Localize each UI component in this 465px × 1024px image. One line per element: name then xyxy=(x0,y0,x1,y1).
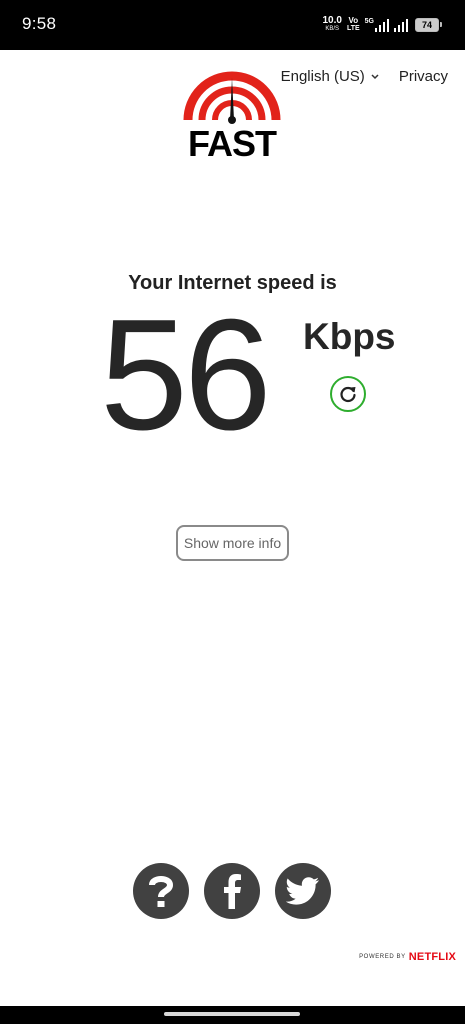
signal-5g-icon: 5G xyxy=(365,18,389,32)
powered-by-label: POWERED BY xyxy=(359,954,406,960)
battery-level: 74 xyxy=(421,20,432,30)
speedometer-logo-icon: FAST xyxy=(183,71,281,164)
help-button[interactable] xyxy=(133,863,189,919)
netflix-logo: NETFLIX xyxy=(408,951,456,963)
signal-label: 5G xyxy=(364,18,374,25)
network-speed-indicator: 10.0 KB/S xyxy=(322,16,341,34)
volte-icon: Vo LTE xyxy=(347,17,360,33)
social-links xyxy=(133,863,331,919)
refresh-button[interactable] xyxy=(330,376,366,412)
battery-icon: 74 xyxy=(415,18,442,32)
volte-bottom-label: LTE xyxy=(346,25,360,32)
signal-bars-icon xyxy=(375,19,389,32)
language-selector[interactable]: English (US) xyxy=(281,68,379,85)
chevron-down-icon xyxy=(371,73,379,79)
twitter-icon xyxy=(286,877,319,905)
speed-unit: Kbps xyxy=(303,316,396,357)
header-links: English (US) Privacy xyxy=(281,68,448,85)
navigation-bar xyxy=(0,1006,465,1024)
language-label: English (US) xyxy=(280,68,365,85)
facebook-icon xyxy=(224,874,241,909)
web-page: FAST English (US) Privacy Your Internet … xyxy=(0,50,465,1006)
home-gesture-handle[interactable] xyxy=(164,1012,300,1016)
refresh-icon xyxy=(340,386,356,403)
network-speed-unit: KB/S xyxy=(325,26,340,32)
privacy-link[interactable]: Privacy xyxy=(399,68,448,85)
screen: 9:58 10.0 KB/S Vo LTE 5G 74 FAST English… xyxy=(0,0,465,1024)
facebook-button[interactable] xyxy=(204,863,260,919)
twitter-button[interactable] xyxy=(275,863,331,919)
volte-top-label: Vo xyxy=(348,16,359,25)
speed-value: 56 xyxy=(100,287,272,463)
powered-by-netflix[interactable]: POWERED BY NETFLIX xyxy=(359,951,456,963)
signal-bars-2-icon xyxy=(394,19,408,32)
status-time: 9:58 xyxy=(22,14,57,33)
status-icons: 10.0 KB/S Vo LTE 5G 74 xyxy=(322,14,442,36)
question-mark-icon xyxy=(149,876,174,907)
show-more-info-button[interactable]: Show more info xyxy=(176,525,289,561)
fast-logo[interactable]: FAST xyxy=(180,64,284,164)
network-speed-value: 10.0 xyxy=(322,15,342,26)
logo-text: FAST xyxy=(188,123,277,160)
status-bar: 9:58 10.0 KB/S Vo LTE 5G 74 xyxy=(0,0,465,50)
